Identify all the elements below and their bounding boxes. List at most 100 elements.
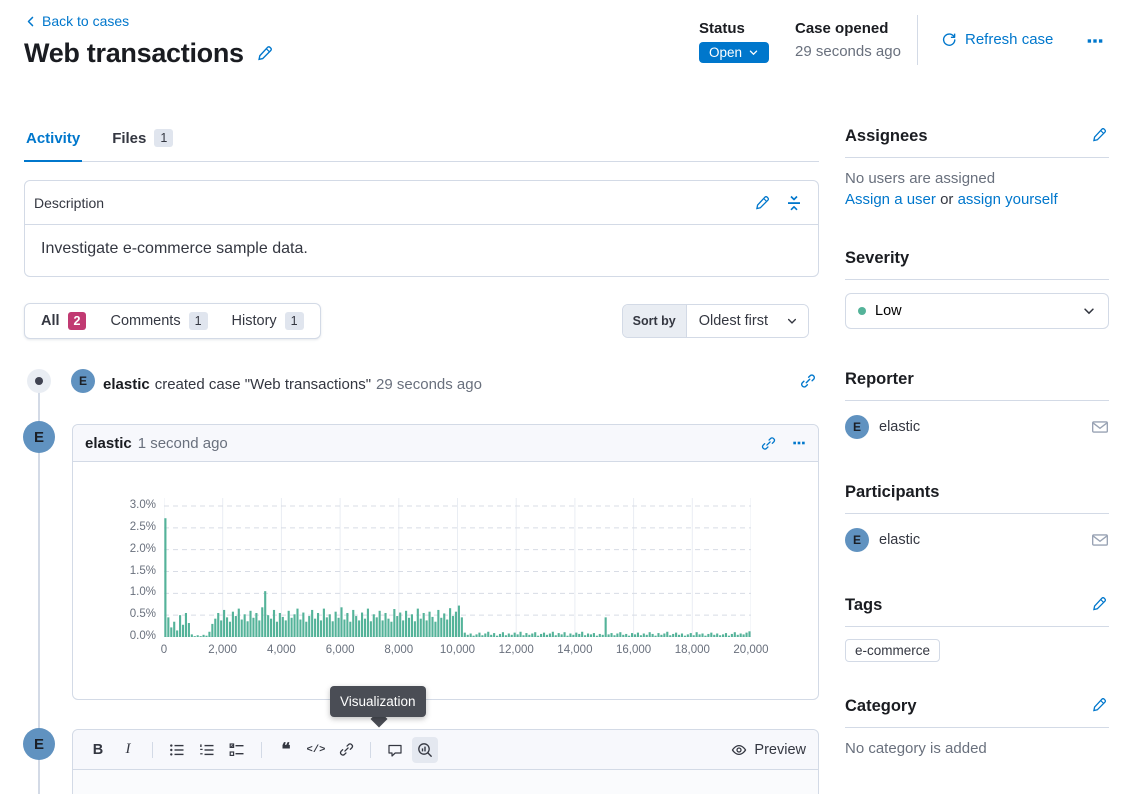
avatar: E bbox=[845, 415, 869, 439]
pencil-icon bbox=[754, 195, 770, 211]
assignees-section: Assignees No users are assigned Assign a… bbox=[845, 127, 1109, 208]
edit-description-button[interactable] bbox=[754, 195, 770, 211]
section-divider bbox=[845, 626, 1109, 627]
page-title: Web transactions bbox=[24, 38, 244, 69]
toolbar-divider bbox=[261, 742, 262, 758]
speech-bubble-icon bbox=[387, 742, 403, 758]
pencil-icon bbox=[1091, 697, 1107, 713]
unordered-list-icon bbox=[169, 742, 185, 758]
case-opened-label: Case opened bbox=[795, 20, 901, 37]
severity-title: Severity bbox=[845, 249, 1109, 268]
created-case-event: elastic created case "Web transactions" … bbox=[103, 372, 482, 396]
chevron-down-icon bbox=[1082, 304, 1096, 318]
comment-card: elastic 1 second ago 0.0%0.5%1.0%1.5%2.0… bbox=[72, 424, 819, 700]
refresh-label: Refresh case bbox=[965, 31, 1053, 48]
visualization-button[interactable] bbox=[412, 737, 438, 763]
preview-label: Preview bbox=[754, 742, 806, 758]
back-to-cases-link[interactable]: Back to cases bbox=[24, 13, 129, 29]
task-list-icon bbox=[229, 742, 245, 758]
case-actions-menu-button[interactable] bbox=[1086, 32, 1104, 50]
edit-title-button[interactable] bbox=[256, 45, 273, 62]
severity-select[interactable]: Low bbox=[845, 293, 1109, 329]
x-axis-tick-label: 20,000 bbox=[719, 644, 783, 656]
eye-icon bbox=[731, 742, 747, 758]
sort-by-label: Sort by bbox=[623, 305, 687, 337]
ordered-list-button[interactable] bbox=[194, 737, 220, 763]
avatar: E bbox=[845, 528, 869, 552]
status-dropdown-button[interactable]: Open bbox=[699, 42, 769, 63]
comment-bubble-button[interactable] bbox=[382, 737, 408, 763]
italic-button[interactable]: I bbox=[115, 737, 141, 763]
severity-dot-icon bbox=[858, 307, 866, 315]
status-section: Status Open bbox=[699, 20, 769, 63]
filter-history-label: History bbox=[232, 313, 277, 329]
preview-button[interactable]: Preview bbox=[731, 742, 806, 758]
reporter-user-name: elastic bbox=[879, 419, 920, 435]
comment-actions-menu-button[interactable] bbox=[792, 436, 806, 450]
case-tabs: Activity Files 1 bbox=[24, 127, 819, 162]
section-divider bbox=[845, 400, 1109, 401]
case-detail-page: Back to cases Web transactions Status Op… bbox=[0, 0, 1123, 794]
participants-title: Participants bbox=[845, 483, 1109, 502]
x-axis-tick-label: 10,000 bbox=[426, 644, 490, 656]
description-panel: Description Investigate e-commerce sampl… bbox=[24, 180, 819, 277]
link-button[interactable] bbox=[333, 737, 359, 763]
copy-event-link-button[interactable] bbox=[800, 373, 816, 389]
x-axis-tick-label: 2,000 bbox=[191, 644, 255, 656]
case-visualization-chart[interactable]: 0.0%0.5%1.0%1.5%2.0%2.5%3.0%02,0004,0006… bbox=[164, 498, 751, 637]
tag-badge: e-commerce bbox=[845, 639, 940, 662]
collapse-vertical-icon bbox=[786, 195, 802, 211]
unordered-list-button[interactable] bbox=[164, 737, 190, 763]
sort-control: Sort by Oldest first bbox=[622, 304, 809, 338]
y-axis-tick-label: 1.5% bbox=[112, 565, 156, 577]
participant-user-name: elastic bbox=[879, 532, 920, 548]
quote-button[interactable]: ❝ bbox=[273, 737, 299, 763]
participant-user-row: E elastic bbox=[845, 528, 1109, 552]
x-axis-tick-label: 4,000 bbox=[249, 644, 313, 656]
copy-comment-link-button[interactable] bbox=[761, 436, 776, 451]
category-empty-text: No category is added bbox=[845, 740, 1109, 757]
comment-textarea[interactable] bbox=[73, 770, 818, 794]
edit-tags-button[interactable] bbox=[1091, 596, 1107, 612]
assign-a-user-link[interactable]: Assign a user bbox=[845, 191, 936, 208]
case-opened-value: 29 seconds ago bbox=[795, 43, 901, 60]
x-axis-tick-label: 0 bbox=[132, 644, 196, 656]
tab-files[interactable]: Files 1 bbox=[110, 127, 175, 162]
pencil-icon bbox=[1091, 127, 1107, 143]
visualization-tooltip: Visualization bbox=[330, 686, 426, 717]
code-button[interactable]: </> bbox=[303, 737, 329, 763]
section-divider bbox=[845, 279, 1109, 280]
all-count-badge: 2 bbox=[68, 312, 87, 330]
reporter-title: Reporter bbox=[845, 370, 1109, 389]
tab-activity[interactable]: Activity bbox=[24, 127, 82, 162]
filter-all-button[interactable]: All 2 bbox=[29, 304, 98, 338]
bold-button[interactable]: B bbox=[85, 737, 111, 763]
y-axis-tick-label: 2.0% bbox=[112, 543, 156, 555]
history-count-badge: 1 bbox=[285, 312, 304, 330]
edit-category-button[interactable] bbox=[1091, 697, 1107, 713]
link-icon bbox=[800, 373, 816, 389]
back-link-label: Back to cases bbox=[42, 13, 129, 29]
task-list-button[interactable] bbox=[224, 737, 250, 763]
assign-yourself-link[interactable]: assign yourself bbox=[958, 191, 1058, 208]
edit-assignees-button[interactable] bbox=[1091, 127, 1107, 143]
link-icon bbox=[339, 742, 354, 757]
participants-section: Participants E elastic bbox=[845, 483, 1109, 552]
comment-time: 1 second ago bbox=[138, 435, 228, 452]
avatar: E bbox=[23, 728, 55, 760]
filter-all-label: All bbox=[41, 313, 60, 329]
status-label: Status bbox=[699, 20, 769, 37]
event-time: 29 seconds ago bbox=[376, 376, 482, 393]
x-axis-tick-label: 8,000 bbox=[367, 644, 431, 656]
pencil-icon bbox=[1091, 596, 1107, 612]
description-title: Description bbox=[34, 195, 104, 211]
collapse-description-button[interactable] bbox=[786, 195, 802, 211]
sort-order-select[interactable]: Oldest first bbox=[687, 305, 808, 337]
code-icon: </> bbox=[307, 744, 326, 756]
boxes-horizontal-icon bbox=[1086, 32, 1104, 50]
refresh-case-button[interactable]: Refresh case bbox=[941, 31, 1053, 48]
filter-comments-button[interactable]: Comments 1 bbox=[98, 304, 219, 338]
markdown-toolbar: B I ❝ </> bbox=[73, 730, 818, 770]
category-title: Category bbox=[845, 697, 1109, 716]
filter-history-button[interactable]: History 1 bbox=[220, 304, 316, 338]
